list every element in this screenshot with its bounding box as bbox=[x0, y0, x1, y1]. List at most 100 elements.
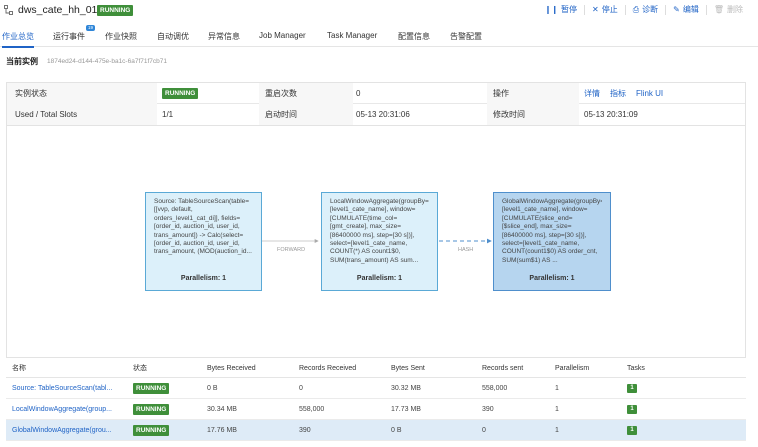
tasks-cell: 1 bbox=[627, 399, 637, 419]
tasks-badge[interactable]: 1 bbox=[627, 425, 637, 435]
tab-exceptions[interactable]: 异常信息 bbox=[208, 31, 240, 42]
instance-status-cell: RUNNING bbox=[162, 83, 199, 104]
diagnose-label: 诊断 bbox=[642, 5, 659, 14]
tab-job-manager[interactable]: Job Manager bbox=[259, 31, 306, 40]
tasks-badge[interactable]: 1 bbox=[627, 383, 637, 393]
slots-value: 1/1 bbox=[162, 110, 174, 119]
trash-icon: 🗑 bbox=[713, 5, 724, 14]
job-graph-icon bbox=[4, 5, 13, 15]
pause-button[interactable]: ❙❙ 暂停 bbox=[538, 4, 584, 15]
slots-label: Used / Total Slots bbox=[7, 104, 157, 125]
column-header: 状态 bbox=[133, 365, 147, 372]
bytes-received-cell: 30.34 MB bbox=[207, 405, 237, 413]
graph-node-source[interactable]: Source: TableSourceScan(table=[[vvp, def… bbox=[145, 192, 262, 291]
node-description: Source: TableSourceScan(table=[[vvp, def… bbox=[154, 198, 252, 256]
current-instance: 当前实例 1874ed24-d144-475e-ba1c-6a7f71f7cb7… bbox=[6, 56, 167, 67]
node-parallelism: Parallelism: 1 bbox=[356, 274, 403, 282]
vertex-name-link[interactable]: Source: TableSourceScan(tabl... bbox=[12, 385, 112, 392]
column-header: Records Received bbox=[299, 364, 357, 372]
diagnose-button[interactable]: ⎙ 诊断 bbox=[626, 4, 665, 15]
job-header: dws_cate_hh_01 RUNNING ❙❙ 暂停 ✕ 停止 ⎙ 诊断 ✎… bbox=[0, 0, 758, 22]
records-sent-cell: 390 bbox=[482, 405, 494, 413]
bytes-sent-cell: 17.73 MB bbox=[391, 405, 421, 413]
vertex-status-badge: RUNNING bbox=[133, 424, 170, 436]
vertex-name-cell: GlobalWindowAggregate(grou... bbox=[12, 420, 112, 440]
node-parallelism: Parallelism: 1 bbox=[529, 274, 575, 282]
job-status-badge: RUNNING bbox=[97, 5, 134, 16]
vertex-status-cell: RUNNING bbox=[133, 420, 170, 440]
tasks-badge[interactable]: 1 bbox=[627, 404, 637, 414]
table-row[interactable]: LocalWindowAggregate(group... RUNNING 30… bbox=[6, 399, 746, 420]
vertex-name-link[interactable]: GlobalWindowAggregate(grou... bbox=[12, 427, 112, 434]
vertex-status-badge: RUNNING bbox=[133, 382, 170, 394]
tab-snapshots[interactable]: 作业快照 bbox=[105, 31, 137, 42]
instance-info-grid: 实例状态 RUNNING 重启次数 0 操作 详情 指标 Flink UI Us… bbox=[6, 82, 746, 126]
graph-node-local-window-aggregate[interactable]: LocalWindowAggregate(groupBy=[level1_cat… bbox=[321, 192, 438, 291]
column-header: Bytes Received bbox=[207, 364, 256, 372]
restart-count-label: 重启次数 bbox=[259, 83, 353, 104]
tab-overview[interactable]: 作业总览 bbox=[2, 31, 34, 48]
edit-label: 编辑 bbox=[682, 5, 699, 14]
detail-link[interactable]: 详情 bbox=[584, 88, 600, 99]
job-actions: ❙❙ 暂停 ✕ 停止 ⎙ 诊断 ✎ 编辑 🗑 删除 bbox=[538, 4, 750, 15]
events-count-badge: 19 bbox=[85, 25, 95, 31]
records-sent-cell: 558,000 bbox=[482, 384, 508, 392]
start-time-value: 05-13 20:31:06 bbox=[356, 110, 410, 119]
metrics-link[interactable]: 指标 bbox=[610, 88, 626, 99]
bytes-sent-cell: 30.32 MB bbox=[391, 384, 421, 392]
tab-events-label: 运行事件 bbox=[53, 32, 85, 41]
tasks-cell: 1 bbox=[627, 420, 637, 440]
tab-events[interactable]: 运行事件 19 bbox=[53, 25, 95, 42]
column-header: Records sent bbox=[482, 364, 524, 372]
bytes-received-cell: 0 B bbox=[207, 384, 218, 392]
pencil-icon: ✎ bbox=[673, 5, 680, 14]
vertex-table: 名称 状态 Bytes Received Records Received By… bbox=[6, 359, 746, 441]
tasks-cell: 1 bbox=[627, 378, 637, 398]
delete-button[interactable]: 🗑 删除 bbox=[707, 4, 750, 15]
column-header: Tasks bbox=[627, 364, 645, 372]
parallelism-cell: 1 bbox=[555, 405, 559, 413]
table-row[interactable]: Source: TableSourceScan(tabl... RUNNING … bbox=[6, 378, 746, 399]
restart-count-value: 0 bbox=[356, 89, 361, 98]
instance-status-label: 实例状态 bbox=[7, 83, 157, 104]
flink-ui-link[interactable]: Flink UI bbox=[636, 89, 663, 98]
table-header: 名称 状态 Bytes Received Records Received By… bbox=[6, 359, 746, 378]
job-title: dws_cate_hh_01 bbox=[18, 4, 98, 16]
modify-time-label: 修改时间 bbox=[487, 104, 579, 125]
operation-links: 详情 指标 Flink UI bbox=[584, 83, 673, 104]
info-row-slots: Used / Total Slots 1/1 启动时间 05-13 20:31:… bbox=[7, 104, 745, 125]
start-time-label: 启动时间 bbox=[259, 104, 353, 125]
records-received-cell: 558,000 bbox=[299, 405, 325, 413]
edge-hash-label: HASH bbox=[458, 247, 474, 253]
tab-task-manager[interactable]: Task Manager bbox=[327, 31, 377, 40]
tab-auto-tuning[interactable]: 自动调优 bbox=[157, 31, 189, 42]
job-tabs: 作业总览 运行事件 19 作业快照 自动调优 异常信息 Job Manager … bbox=[0, 25, 758, 48]
vertex-name-cell: LocalWindowAggregate(group... bbox=[12, 399, 112, 419]
tab-alert-config[interactable]: 告警配置 bbox=[450, 31, 482, 42]
tab-configuration[interactable]: 配置信息 bbox=[398, 31, 430, 42]
job-graph-canvas[interactable]: FORWARD HASH Source: TableSourceScan(tab… bbox=[6, 125, 746, 358]
table-row-selected[interactable]: GlobalWindowAggregate(grou... RUNNING 17… bbox=[6, 420, 746, 441]
column-header: 名称 bbox=[12, 365, 26, 372]
modify-time-value: 05-13 20:31:09 bbox=[584, 110, 638, 119]
graph-node-global-window-aggregate[interactable]: GlobalWindowAggregate(groupBy=[level1_ca… bbox=[493, 192, 611, 291]
current-instance-label: 当前实例 bbox=[6, 57, 38, 66]
parallelism-cell: 1 bbox=[555, 426, 559, 434]
records-received-cell: 390 bbox=[299, 426, 311, 434]
pause-icon: ❙❙ bbox=[544, 5, 559, 14]
diagnose-icon: ⎙ bbox=[632, 4, 640, 14]
close-icon: ✕ bbox=[592, 5, 599, 14]
vertex-name-cell: Source: TableSourceScan(tabl... bbox=[12, 378, 112, 398]
records-sent-cell: 0 bbox=[482, 426, 486, 434]
edge-forward-label: FORWARD bbox=[277, 247, 306, 253]
edit-button[interactable]: ✎ 编辑 bbox=[666, 4, 706, 15]
vertex-status-badge: RUNNING bbox=[133, 403, 170, 415]
node-description: LocalWindowAggregate(groupBy=[level1_cat… bbox=[330, 198, 429, 264]
stop-button[interactable]: ✕ 停止 bbox=[585, 4, 625, 15]
column-header: Parallelism bbox=[555, 364, 590, 372]
bytes-received-cell: 17.76 MB bbox=[207, 426, 237, 434]
delete-label: 删除 bbox=[727, 5, 743, 14]
vertex-name-link[interactable]: LocalWindowAggregate(group... bbox=[12, 406, 112, 413]
node-description: GlobalWindowAggregate(groupBy=[level1_ca… bbox=[502, 198, 602, 264]
pause-label: 暂停 bbox=[561, 5, 578, 14]
